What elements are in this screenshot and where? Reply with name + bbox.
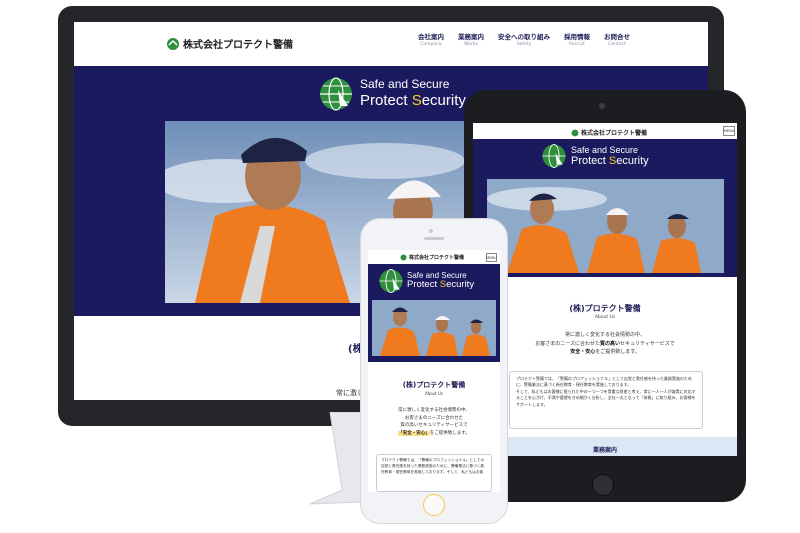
- tablet-home-button[interactable]: [592, 474, 614, 496]
- phone-about-title: (株)プロテクト警備: [402, 381, 466, 389]
- phone-about-subtitle: About Us: [424, 391, 444, 396]
- tagline-line2: Protect Security: [360, 92, 466, 110]
- nav-recruit[interactable]: 採用情報 Recruit: [564, 34, 590, 47]
- phone-logo[interactable]: 株式会社プロテクト警備: [400, 254, 464, 261]
- nav-company[interactable]: 会社案内 Company: [418, 34, 444, 47]
- phone-about-body: プロテクト警備では、「警備のプロフェッショナル」としての自覚と責任感を持った業務…: [376, 454, 492, 492]
- site-logo[interactable]: 株式会社プロテクト警備: [166, 36, 293, 51]
- tablet-hero: Safe and Secure Protect Security: [473, 139, 737, 277]
- phone-hero-photo: [372, 300, 496, 356]
- hero-brand: Safe and Secure Protect Security: [318, 76, 466, 112]
- tablet-menu-button[interactable]: MENU: [723, 126, 735, 136]
- phone-speaker: [424, 237, 444, 240]
- logo-icon: [167, 37, 179, 50]
- phone-about-lead: 常に激しく変化する社会情勢の中、 お客さまのニーズに合わせた 質の高いセキュリテ…: [398, 408, 470, 436]
- phone-hero-brand: Safe and Secure Protect Security: [378, 268, 474, 294]
- nav-works[interactable]: 業務案内 Works: [458, 34, 484, 47]
- phone-home-button[interactable]: [423, 494, 445, 516]
- tablet-logo[interactable]: 株式会社プロテクト警備: [571, 128, 647, 137]
- tablet-hero-brand: Safe and Secure Protect Security: [541, 143, 649, 169]
- tagline-line1: Safe and Secure: [360, 77, 450, 92]
- phone-camera: [429, 229, 433, 233]
- tablet-about-lead: 常に激しく変化する社会情勢の中、 お客さまのニーズに合わせた質の高いセキュリティ…: [535, 332, 675, 355]
- tablet-screen: 株式会社プロテクト警備 MENU Safe and Secure Protect…: [473, 123, 737, 456]
- phone-screen: 株式会社プロテクト警備 MENU Safe and Secure Protect…: [368, 250, 500, 492]
- tablet-about-subtitle: About Us: [594, 315, 616, 320]
- tablet-works-section: 業務案内: [473, 437, 737, 456]
- global-nav: 会社案内 Company 業務案内 Works 安全への取り組み Safety 採用情…: [418, 34, 630, 47]
- nav-safety[interactable]: 安全への取り組み Safety: [498, 34, 550, 47]
- tablet-camera: [599, 103, 605, 109]
- tablet-about-title: (株)プロテクト警備: [569, 304, 641, 313]
- tablet-hero-photo: [487, 179, 724, 273]
- site-header: 株式会社プロテクト警備 会社案内 Company 業務案内 Works 安全への取り…: [74, 22, 708, 66]
- phone-menu-button[interactable]: MENU: [486, 253, 497, 262]
- phone-hero: Safe and Secure Protect Security: [368, 264, 500, 362]
- globe-emblem-icon: [320, 77, 352, 111]
- tablet-about-body: プロテクト警備では、「警備のプロフェッショナル」として自覚と責任感を持った業務実…: [509, 371, 703, 429]
- globe-emblem-icon: [542, 144, 566, 168]
- logo-icon: [400, 254, 407, 261]
- logo-icon: [571, 129, 579, 136]
- logo-text: 株式会社プロテクト警備: [183, 40, 293, 51]
- globe-emblem-icon: [379, 269, 403, 293]
- nav-contact[interactable]: お問合せ Contact: [604, 34, 630, 47]
